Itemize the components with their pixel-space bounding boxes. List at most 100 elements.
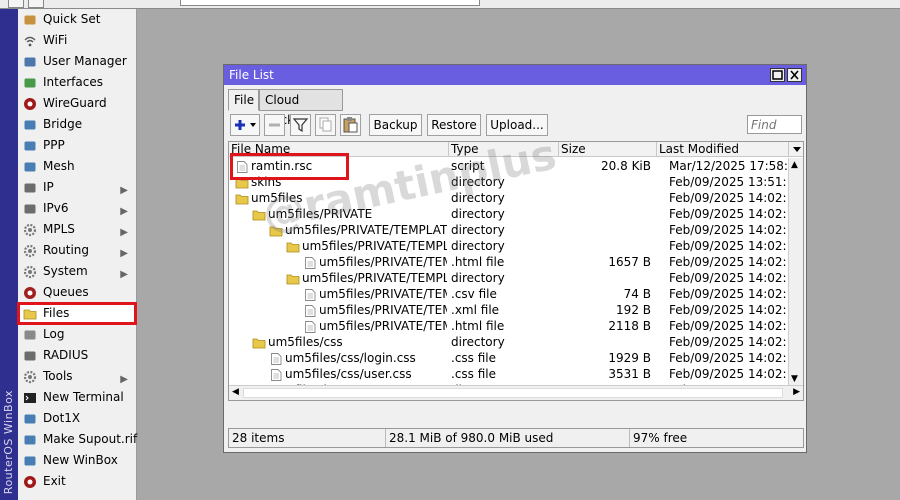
table-row[interactable]: um5files/PRIVATE/TEMPL... directory Feb/09…: [229, 238, 787, 254]
filter-button[interactable]: [290, 114, 311, 136]
ppp-icon: [24, 141, 36, 151]
column-last-modified[interactable]: Last Modified: [657, 142, 789, 157]
sidebar-item-new-terminal[interactable]: New Terminal: [18, 387, 136, 408]
table-row[interactable]: um5files/PRIVATE/TEM... .html file 2118 B F…: [229, 318, 787, 334]
address-field[interactable]: [180, 0, 480, 6]
upload-button[interactable]: Upload...: [486, 114, 548, 136]
table-row[interactable]: um5files/PRIVATE/TEM... .xml file 192 B Feb…: [229, 302, 787, 318]
sidebar-item-label: Mesh: [43, 159, 75, 173]
column-size[interactable]: Size: [559, 142, 657, 157]
sidebar-item-user-manager[interactable]: User Manager: [18, 51, 136, 72]
sidebar-item-tools[interactable]: Tools ▶: [18, 366, 136, 387]
file-name-text: um5files/PRIVATE/TEMPL...: [302, 239, 447, 253]
sidebar-item-label: RADIUS: [43, 348, 89, 362]
file-name-text: um5files/css/login.css: [285, 351, 416, 365]
bridge-icon: [24, 120, 36, 130]
cell-file-name: um5files/css: [229, 334, 447, 350]
radius-icon: [24, 351, 36, 361]
side-menu: Quick Set WiFi User Manager Interfaces WireG…: [17, 9, 137, 500]
sidebar-item-routing[interactable]: Routing ▶: [18, 240, 136, 261]
tools-icon: [23, 370, 37, 384]
file-name-text: um5files/PRIVATE/TEM...: [319, 303, 447, 317]
scroll-up-icon[interactable]: ▲: [791, 160, 798, 170]
horizontal-scrollbar[interactable]: ◀ ▶: [229, 385, 803, 400]
vertical-brand-strip: RouterOS WinBox: [0, 9, 18, 500]
window-title-bar[interactable]: File List: [224, 65, 806, 85]
cell-last-modified: Feb/09/2025 14:02:18: [669, 207, 787, 221]
cell-last-modified: Feb/09/2025 14:02:18: [669, 271, 787, 285]
sidebar-item-label: Interfaces: [43, 75, 103, 89]
table-row[interactable]: um5files/PRIVATE/TEMPL... directory Feb/09…: [229, 270, 787, 286]
vertical-scrollbar[interactable]: ▲ ▼: [788, 158, 803, 386]
sidebar-item-exit[interactable]: Exit: [18, 471, 136, 492]
sidebar-item-radius[interactable]: RADIUS: [18, 345, 136, 366]
sidebar-item-ip[interactable]: IP ▶: [18, 177, 136, 198]
cell-size: 3531 B: [608, 367, 651, 381]
supout-icon: [24, 435, 36, 445]
table-row[interactable]: um5files/css/user.css .css file 3531 B Feb/…: [229, 366, 787, 382]
backup-button[interactable]: Backup: [369, 114, 422, 136]
tab-cloud-backup[interactable]: Cloud Backup: [259, 89, 343, 127]
sidebar-item-files[interactable]: Files: [17, 302, 137, 325]
cell-file-name: um5files/PRIVATE/TEM...: [229, 302, 447, 318]
sidebar-item-label: Quick Set: [43, 12, 101, 26]
copy-icon: [319, 117, 332, 132]
cell-size: [559, 238, 653, 254]
close-button[interactable]: [787, 68, 802, 82]
table-row[interactable]: um5files/css directory Feb/09/2025 14:02:1…: [229, 334, 787, 350]
status-disk-usage: 28.1 MiB of 980.0 MiB used: [386, 429, 630, 447]
remove-button[interactable]: [264, 114, 285, 136]
file-name-text: um5files/PRIVATE/TEMPL...: [302, 271, 447, 285]
file-table: File Name Type Size Last Modified ramtin…: [228, 141, 804, 401]
cell-last-modified: Feb/09/2025 14:02:18: [669, 319, 787, 333]
sidebar-item-log[interactable]: Log: [18, 324, 136, 345]
forward-button[interactable]: [28, 0, 44, 8]
sidebar-item-interfaces[interactable]: Interfaces: [18, 72, 136, 93]
column-menu-button[interactable]: [789, 142, 803, 157]
sidebar-item-quick-set[interactable]: Quick Set: [18, 9, 136, 30]
sidebar-item-queues[interactable]: Queues: [18, 282, 136, 303]
folder-icon: [286, 242, 300, 253]
top-toolbar: [0, 0, 900, 9]
column-type[interactable]: Type: [449, 142, 559, 157]
table-row[interactable]: um5files/css/login.css .css file 1929 B Feb…: [229, 350, 787, 366]
minus-icon: [269, 123, 280, 127]
sidebar-item-system[interactable]: System ▶: [18, 261, 136, 282]
sidebar-item-dot1x[interactable]: Dot1X: [18, 408, 136, 429]
table-row[interactable]: um5files/PRIVATE/TEM... .csv file 74 B Feb/…: [229, 286, 787, 302]
scroll-left-icon[interactable]: ◀: [232, 387, 239, 397]
scroll-down-icon[interactable]: ▼: [791, 374, 798, 384]
table-row[interactable]: um5files/PRIVATE directory Feb/09/2025 14:…: [229, 206, 787, 222]
cell-last-modified: Feb/09/2025 14:02:18: [669, 239, 787, 253]
copy-button[interactable]: [315, 114, 336, 136]
sidebar-item-mesh[interactable]: Mesh: [18, 156, 136, 177]
cell-size: [559, 270, 653, 286]
table-row[interactable]: um5files/PRIVATE/TEM... .html file 1657 B F…: [229, 254, 787, 270]
tab-file[interactable]: File: [228, 89, 259, 111]
cell-size: 74 B: [623, 287, 651, 301]
sidebar-item-new-winbox[interactable]: New WinBox: [18, 450, 136, 471]
sidebar-item-ipv6[interactable]: IPv6 ▶: [18, 198, 136, 219]
cell-size: 20.8 KiB: [601, 159, 651, 173]
sidebar-item-label: PPP: [43, 138, 65, 152]
back-button[interactable]: [8, 0, 24, 8]
find-input[interactable]: [747, 115, 802, 134]
paste-button[interactable]: [340, 114, 361, 136]
table-row[interactable]: um5files directory Feb/09/2025 14:02:18: [229, 190, 787, 206]
cell-file-name: um5files/PRIVATE/TEMPL...: [229, 270, 447, 286]
sidebar-item-ppp[interactable]: PPP: [18, 135, 136, 156]
sidebar-item-bridge[interactable]: Bridge: [18, 114, 136, 135]
sidebar-item-mpls[interactable]: MPLS ▶: [18, 219, 136, 240]
sidebar-item-wireguard[interactable]: WireGuard: [18, 93, 136, 114]
table-row[interactable]: um5files/PRIVATE/TEMPLATES directory Feb/0…: [229, 222, 787, 238]
maximize-button[interactable]: [770, 68, 785, 82]
horizontal-scroll-thumb[interactable]: [243, 388, 783, 398]
sidebar-item-wifi[interactable]: WiFi: [18, 30, 136, 51]
cell-type: .csv file: [451, 287, 497, 301]
sidebar-item-make-supout-rif[interactable]: Make Supout.rif: [18, 429, 137, 450]
plus-icon: [235, 120, 256, 130]
restore-button[interactable]: Restore: [427, 114, 481, 136]
scroll-right-icon[interactable]: ▶: [793, 387, 800, 397]
file-name-text: um5files/css: [268, 335, 343, 349]
add-button[interactable]: [230, 114, 260, 136]
